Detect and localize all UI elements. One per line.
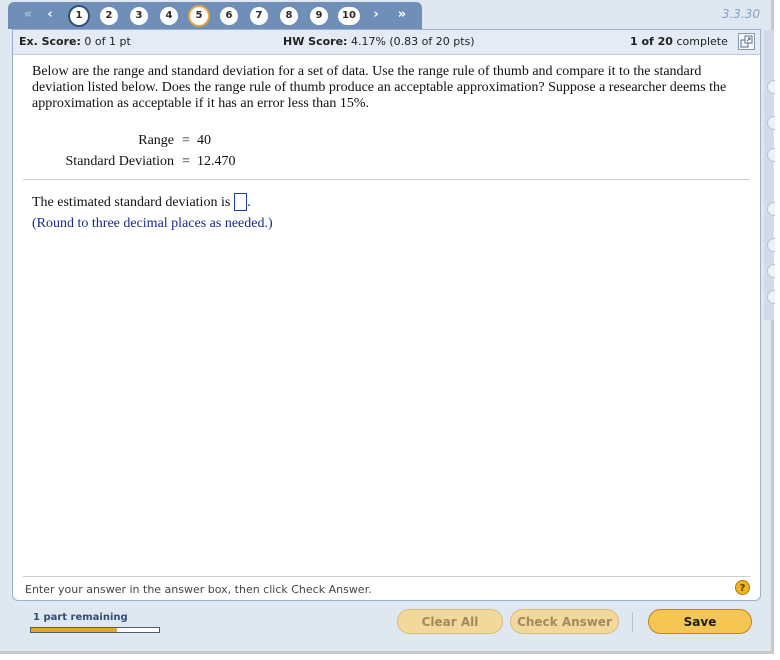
given-value: 40	[197, 133, 211, 148]
question-text: Below are the range and standard deviati…	[32, 64, 727, 111]
question-3-button[interactable]: 3	[130, 7, 148, 25]
side-tab[interactable]	[767, 238, 775, 252]
answer-prompt: The estimated standard deviation is	[32, 195, 231, 210]
homework-score-value: 4.17% (0.83 of 20 pts)	[350, 35, 475, 48]
question-6-button[interactable]: 6	[220, 7, 238, 25]
last-question-button[interactable]: »	[392, 7, 412, 23]
given-label: Range	[138, 133, 174, 148]
first-question-button[interactable]: «	[18, 7, 38, 23]
question-2-button[interactable]: 2	[100, 7, 118, 25]
homework-score: HW Score: 4.17% (0.83 of 20 pts)	[283, 35, 475, 48]
question-navigation: « ‹ 1 2 3 4 5 6 7 8 9 10 › »	[8, 2, 422, 29]
completion-count: 1 of 20	[630, 35, 673, 48]
divider	[23, 576, 750, 577]
question-5-button[interactable]: 5	[190, 7, 208, 25]
instruction-text: Enter your answer in the answer box, the…	[25, 583, 372, 596]
expand-icon	[740, 35, 753, 48]
question-1-button[interactable]: 1	[70, 7, 88, 25]
expand-view-button[interactable]	[738, 33, 755, 50]
side-tab[interactable]	[767, 290, 775, 304]
side-tab[interactable]	[767, 264, 775, 278]
answer-line: The estimated standard deviation is.	[32, 193, 251, 211]
question-7-button[interactable]: 7	[250, 7, 268, 25]
answer-input[interactable]	[234, 193, 248, 211]
save-button[interactable]: Save	[648, 609, 752, 634]
question-panel: Ex. Score: 0 of 1 pt HW Score: 4.17% (0.…	[12, 29, 761, 601]
score-bar: Ex. Score: 0 of 1 pt HW Score: 4.17% (0.…	[13, 30, 760, 55]
given-label: Standard Deviation	[65, 154, 174, 169]
side-tab[interactable]	[767, 202, 775, 216]
answer-suffix: .	[247, 195, 251, 210]
question-9-button[interactable]: 9	[310, 7, 328, 25]
given-value: 12.470	[197, 154, 236, 169]
button-separator	[632, 612, 633, 632]
rounding-hint: (Round to three decimal places as needed…	[32, 216, 273, 231]
given-equals: =	[182, 133, 190, 148]
check-answer-button[interactable]: Check Answer	[510, 609, 619, 634]
previous-question-button[interactable]: ‹	[44, 7, 56, 23]
homework-score-label: HW Score:	[283, 35, 348, 48]
clear-all-button[interactable]: Clear All	[397, 609, 503, 634]
side-tab[interactable]	[767, 148, 775, 162]
question-8-button[interactable]: 8	[280, 7, 298, 25]
completion-status: 1 of 20 complete	[630, 35, 728, 48]
exercise-score-value: 0 of 1 pt	[84, 35, 131, 48]
given-equals: =	[182, 154, 190, 169]
version-number: 3.3.30	[721, 7, 760, 21]
completion-label: complete	[676, 35, 728, 48]
parts-remaining: 1 part remaining	[33, 612, 128, 623]
exercise-score: Ex. Score: 0 of 1 pt	[19, 35, 131, 48]
side-tab[interactable]	[767, 80, 775, 94]
exercise-score-label: Ex. Score:	[19, 35, 81, 48]
help-icon[interactable]: ?	[735, 580, 750, 595]
divider	[23, 179, 750, 180]
progress-bar	[30, 627, 160, 633]
question-4-button[interactable]: 4	[160, 7, 178, 25]
progress-fill	[31, 628, 117, 632]
question-10-button[interactable]: 10	[338, 7, 360, 25]
next-question-button[interactable]: ›	[370, 7, 382, 23]
side-tab[interactable]	[767, 116, 775, 130]
